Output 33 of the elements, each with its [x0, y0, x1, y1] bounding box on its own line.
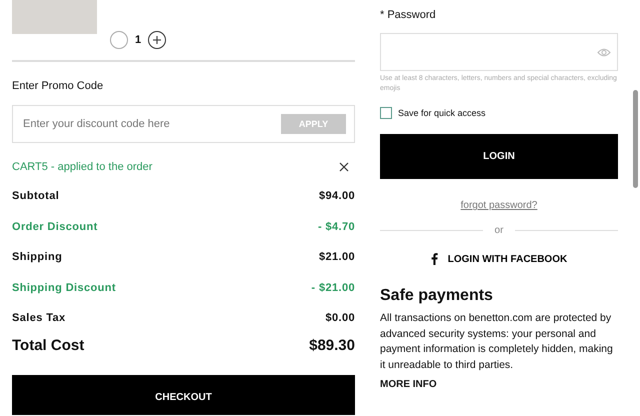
promo-title: Enter Promo Code	[12, 80, 104, 94]
increase-button[interactable]	[148, 31, 166, 49]
summary-label: Subtotal	[12, 190, 60, 204]
password-label: * Password	[380, 9, 437, 23]
password-field[interactable]	[380, 33, 618, 71]
more-info-link[interactable]: MORE INFO	[380, 379, 618, 390]
total-label: Total Cost	[12, 336, 84, 356]
plus-icon	[152, 35, 162, 45]
summary-value: - $4.70	[318, 220, 355, 235]
summary-value: $21.00	[318, 251, 355, 266]
login-button[interactable]: LOGIN	[380, 134, 618, 179]
summary-label: Sales Tax	[12, 312, 66, 326]
total-value: $89.30	[309, 336, 355, 356]
save-label: Save for quick access	[398, 108, 486, 118]
forgot-password-link[interactable]: forgot password?	[460, 200, 538, 211]
scrollbar-thumb[interactable]	[633, 90, 638, 188]
save-checkbox[interactable]	[380, 107, 392, 119]
summary-label: Shipping	[12, 251, 62, 266]
applied-promo-text: CART5 - applied to the order	[12, 161, 152, 173]
eye-icon[interactable]	[597, 48, 611, 56]
quantity-value: 1	[134, 34, 142, 46]
summary-label: Order Discount	[12, 220, 98, 235]
or-divider-text: or	[494, 225, 504, 236]
summary-value: $0.00	[325, 312, 355, 326]
safe-payments-title: Safe payments	[380, 287, 494, 305]
summary-value: - $21.00	[311, 282, 355, 296]
summary-label: Shipping Discount	[12, 282, 116, 296]
close-icon[interactable]	[339, 162, 349, 172]
summary-value: $94.00	[318, 190, 355, 204]
facebook-icon	[430, 253, 438, 265]
checkout-button[interactable]: CHECKOUT	[12, 374, 355, 415]
safe-payments-text: All transactions on benetton.com are protected by advanced security systems: your personal and payment information is completely hidden, making it unreadable to third parties.	[380, 311, 614, 372]
facebook-login-button[interactable]: LOGIN WITH FACEBOOK	[430, 253, 568, 265]
